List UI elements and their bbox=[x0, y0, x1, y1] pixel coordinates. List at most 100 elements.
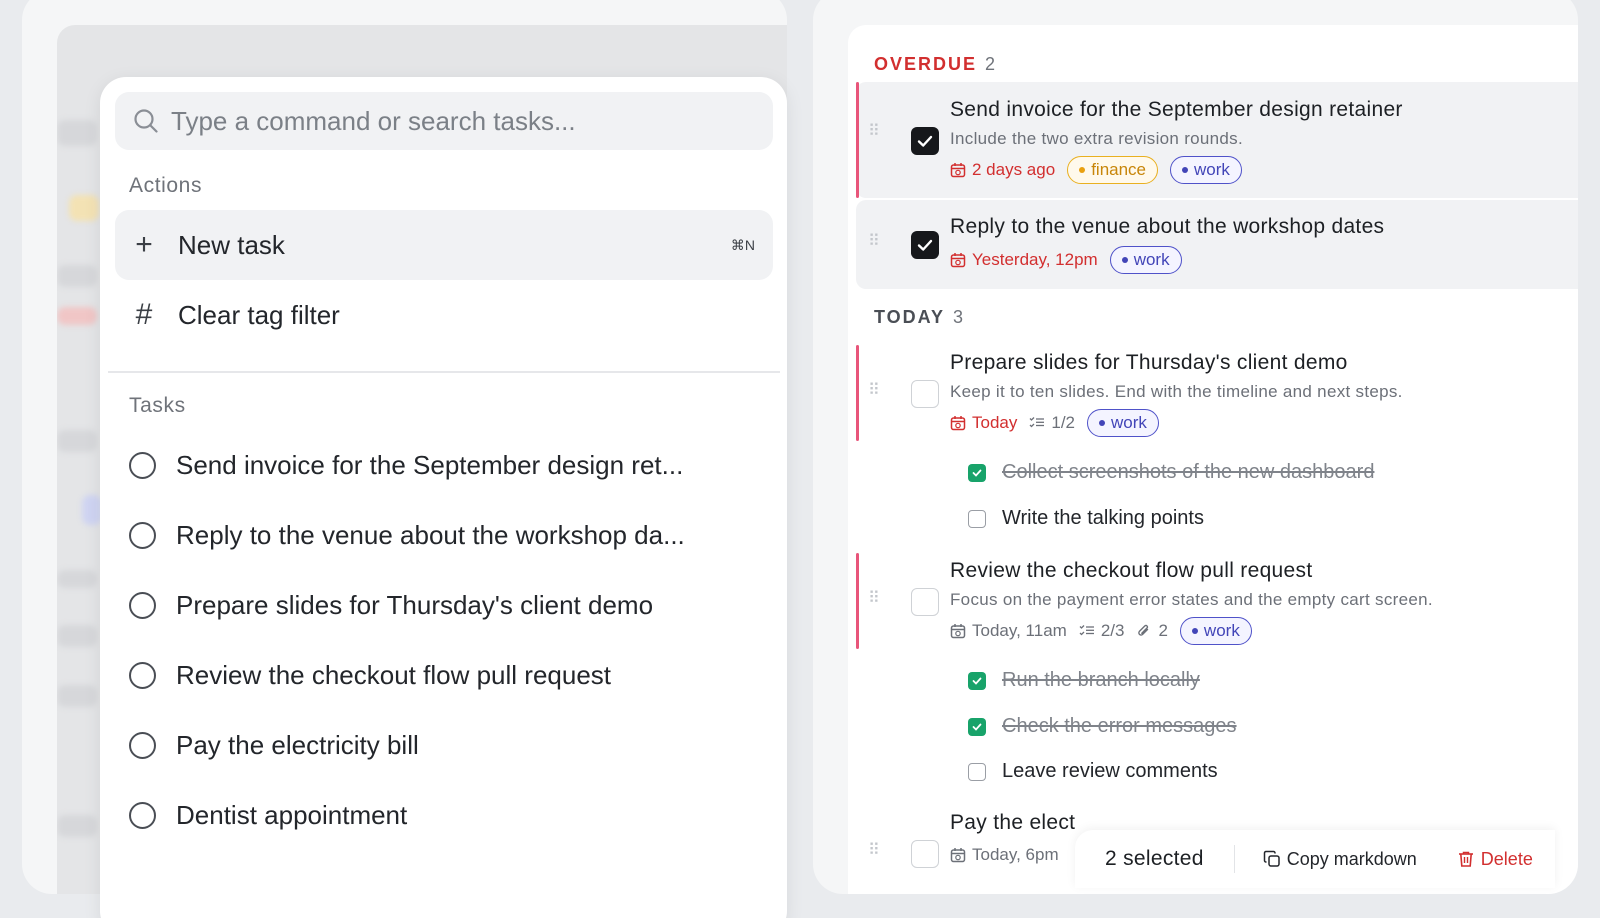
task-label: Review the checkout flow pull request bbox=[176, 659, 612, 690]
task-label: Prepare slides for Thursday's client dem… bbox=[176, 589, 654, 620]
delete-button[interactable]: Delete bbox=[1457, 849, 1533, 870]
task-title: Prepare slides for Thursday's client dem… bbox=[950, 351, 1348, 374]
subtask-checkbox[interactable] bbox=[968, 509, 986, 528]
action-label: New task bbox=[178, 229, 285, 260]
subtask-progress: 1/2 bbox=[1029, 413, 1075, 433]
subtask-label: Run the branch locally bbox=[1002, 669, 1200, 691]
task-description: Include the two extra revision rounds. bbox=[950, 129, 1243, 148]
search-icon bbox=[133, 108, 159, 134]
group-count: 2 bbox=[985, 54, 996, 74]
task-description: Focus on the payment error states and th… bbox=[950, 590, 1433, 609]
drag-handle-icon[interactable]: ⠿ bbox=[868, 124, 880, 140]
due-date: Today bbox=[950, 413, 1017, 433]
blurred-tag bbox=[82, 495, 102, 525]
checkmark-icon bbox=[917, 135, 933, 147]
task-item[interactable]: ⠿ Review the checkout flow pull request … bbox=[856, 553, 1578, 649]
due-date-text: Today, 6pm bbox=[972, 845, 1059, 864]
calendar-icon bbox=[950, 252, 966, 268]
search-box[interactable] bbox=[115, 92, 773, 150]
task-radio-icon bbox=[129, 591, 156, 619]
blurred-text bbox=[57, 430, 97, 452]
hash-icon: # bbox=[135, 298, 153, 331]
calendar-icon bbox=[950, 162, 966, 178]
tag-label: finance bbox=[1091, 160, 1147, 179]
task-checkbox[interactable] bbox=[911, 127, 939, 155]
subtask-label: Check the error messages bbox=[1002, 715, 1237, 737]
tag-finance[interactable]: finance bbox=[1067, 156, 1159, 184]
subtask-item[interactable]: Write the talking points bbox=[968, 507, 1204, 530]
palette-task-item[interactable]: Pay the electricity bill bbox=[129, 720, 419, 770]
task-item[interactable]: ⠿ Reply to the venue about the workshop … bbox=[856, 200, 1578, 289]
task-title: Pay the elect bbox=[950, 811, 1076, 834]
tag-label: work bbox=[1194, 160, 1230, 179]
right-panel: OVERDUE 2 ⠿ Send invoice for the Septembe… bbox=[813, 0, 1578, 894]
drag-handle-icon[interactable]: ⠿ bbox=[868, 234, 880, 250]
task-meta: 2 days ago finance work bbox=[950, 156, 1242, 184]
task-checkbox[interactable] bbox=[911, 840, 939, 868]
task-title: Reply to the venue about the workshop da… bbox=[950, 215, 1385, 238]
subtask-checkbox[interactable] bbox=[968, 463, 986, 482]
subtask-item[interactable]: Check the error messages bbox=[968, 715, 1237, 738]
tag-work[interactable]: work bbox=[1179, 617, 1252, 645]
task-meta: Today, 6pm bbox=[950, 845, 1059, 865]
task-meta: Today 1/2 work bbox=[950, 409, 1159, 437]
tag-work[interactable]: work bbox=[1109, 246, 1182, 274]
tag-dot bbox=[1182, 167, 1189, 173]
task-checkbox[interactable] bbox=[911, 380, 939, 408]
blurred-tag bbox=[69, 195, 99, 221]
palette-task-item[interactable]: Send invoice for the September design re… bbox=[129, 440, 683, 490]
subtask-item[interactable]: Leave review comments bbox=[968, 760, 1218, 783]
palette-task-item[interactable]: Review the checkout flow pull request bbox=[129, 650, 611, 700]
paperclip-icon bbox=[1138, 624, 1149, 636]
attachment-count: 2 bbox=[1136, 621, 1168, 641]
blurred-text bbox=[57, 265, 97, 287]
blurred-text bbox=[57, 685, 97, 707]
bulk-action-bar: 2 selected Copy markdown Delete bbox=[1075, 830, 1555, 888]
blurred-text bbox=[57, 625, 97, 647]
blurred-text bbox=[57, 570, 97, 588]
task-checkbox[interactable] bbox=[911, 588, 939, 616]
palette-task-item[interactable]: Dentist appointment bbox=[129, 790, 407, 840]
actions-section-label: Actions bbox=[129, 174, 203, 197]
drag-handle-icon[interactable]: ⠿ bbox=[868, 383, 880, 399]
checkmark-icon bbox=[972, 723, 982, 731]
due-date-text: Yesterday, 12pm bbox=[972, 250, 1098, 269]
new-task-action[interactable]: + New task ⌘N bbox=[115, 210, 773, 280]
task-label: Pay the electricity bill bbox=[176, 729, 419, 760]
clear-tag-filter-action[interactable]: # Clear tag filter bbox=[115, 280, 773, 350]
subtask-item[interactable]: Collect screenshots of the new dashboard bbox=[968, 461, 1374, 484]
overdue-group-header: OVERDUE 2 bbox=[874, 54, 995, 75]
tag-dot bbox=[1121, 257, 1128, 263]
copy-markdown-button[interactable]: Copy markdown bbox=[1263, 849, 1417, 870]
drag-handle-icon[interactable]: ⠿ bbox=[868, 843, 880, 859]
task-item[interactable]: ⠿ Prepare slides for Thursday's client d… bbox=[856, 345, 1578, 441]
subtask-checkbox[interactable] bbox=[968, 717, 986, 736]
divider bbox=[1233, 845, 1235, 873]
due-date: Today, 11am bbox=[950, 621, 1067, 641]
copy-icon bbox=[1263, 850, 1280, 867]
calendar-icon bbox=[950, 623, 966, 639]
task-description: Keep it to ten slides. End with the time… bbox=[950, 382, 1403, 401]
palette-task-item[interactable]: Prepare slides for Thursday's client dem… bbox=[129, 580, 653, 630]
drag-handle-icon[interactable]: ⠿ bbox=[868, 591, 880, 607]
task-item[interactable]: ⠿ Send invoice for the September design … bbox=[856, 82, 1578, 198]
plus-icon: + bbox=[135, 228, 153, 261]
action-label: Clear tag filter bbox=[178, 299, 340, 330]
palette-task-item[interactable]: Reply to the venue about the workshop da… bbox=[129, 510, 685, 560]
task-radio-icon bbox=[129, 521, 156, 549]
checkmark-icon bbox=[972, 469, 982, 477]
tag-work[interactable]: work bbox=[1087, 409, 1159, 437]
today-group-header: TODAY 3 bbox=[874, 307, 963, 328]
blurred-date bbox=[57, 307, 97, 325]
priority-accent bbox=[856, 82, 859, 198]
search-input[interactable] bbox=[171, 105, 731, 137]
task-checkbox[interactable] bbox=[911, 231, 939, 259]
delete-label: Delete bbox=[1480, 848, 1533, 869]
subtask-label: Leave review comments bbox=[1002, 760, 1218, 782]
subtask-checkbox[interactable] bbox=[968, 671, 986, 690]
subtask-item[interactable]: Run the branch locally bbox=[968, 669, 1200, 692]
subtask-checkbox[interactable] bbox=[968, 762, 986, 781]
attachment-count-text: 2 bbox=[1158, 621, 1168, 640]
subtask-progress: 2/3 bbox=[1079, 621, 1124, 641]
tag-work[interactable]: work bbox=[1170, 156, 1242, 184]
